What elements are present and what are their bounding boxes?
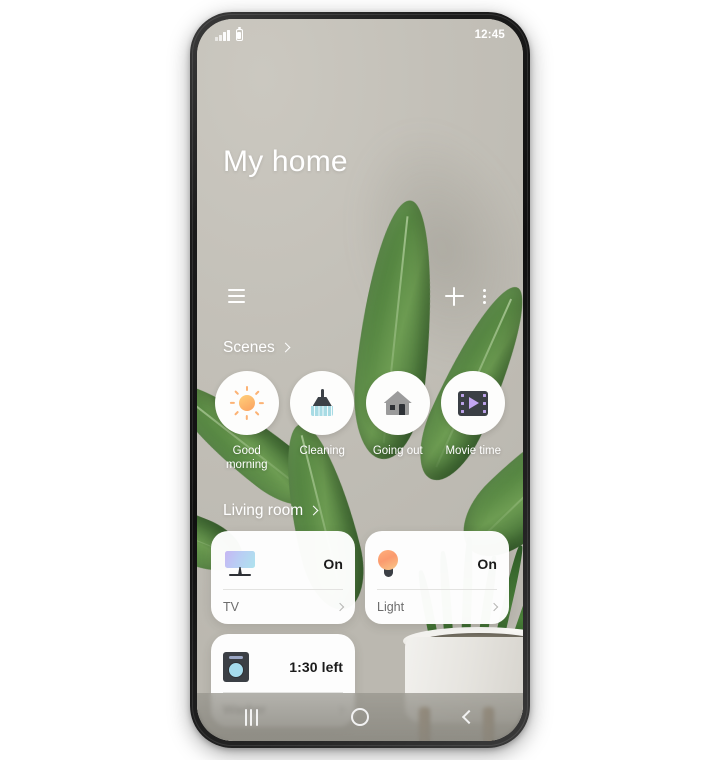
scene-going-out[interactable]: Going out — [362, 371, 434, 473]
app-toolbar — [197, 281, 523, 311]
device-card-top: 1:30 left — [223, 646, 343, 688]
device-card-top: On — [377, 543, 497, 585]
living-room-section-header[interactable]: Living room — [223, 502, 319, 520]
chevron-right-icon — [280, 342, 291, 353]
device-state: 1:30 left — [289, 659, 343, 675]
device-state: On — [477, 556, 497, 572]
film-play-icon — [458, 390, 489, 416]
chevron-right-icon — [335, 602, 345, 612]
nav-back-button[interactable] — [439, 695, 499, 739]
scene-movie-time[interactable]: Movie time — [438, 371, 510, 473]
scene-label-line1: Good — [232, 445, 261, 457]
phone-screen: 12:45 My home Scenes Good morning Cleani… — [197, 19, 523, 741]
screenshot-stage: 12:45 My home Scenes Good morning Cleani… — [0, 0, 720, 760]
chevron-right-icon — [489, 602, 499, 612]
home-content: My home Scenes Good morning Cleaning Goi… — [197, 19, 523, 741]
more-options-button[interactable] — [469, 281, 499, 311]
device-name: Light — [377, 600, 405, 614]
scene-label-line2: morning — [225, 459, 268, 472]
page-title: My home — [223, 145, 348, 178]
scene-cleaning[interactable]: Cleaning — [287, 371, 359, 473]
broom-icon — [306, 387, 338, 419]
hamburger-menu-icon — [227, 289, 245, 303]
recents-icon — [244, 708, 258, 726]
sun-icon — [229, 386, 264, 420]
scene-icon-circle — [290, 371, 355, 435]
back-chevron-icon — [461, 709, 476, 725]
nav-home-button[interactable] — [330, 695, 390, 739]
nav-recents-button[interactable] — [221, 695, 281, 739]
scene-label: Movie time — [445, 445, 502, 457]
hamburger-menu-button[interactable] — [221, 281, 251, 311]
scene-label: Cleaning — [299, 445, 345, 457]
scenes-row: Good morning Cleaning Going out Movie ti… — [197, 371, 523, 473]
device-card-bottom[interactable]: Light — [377, 590, 499, 624]
house-icon — [382, 388, 414, 418]
add-button[interactable] — [439, 281, 469, 311]
device-card-top: On — [223, 543, 343, 585]
system-navigation-bar — [197, 693, 523, 741]
scene-label: Going out — [372, 445, 423, 457]
home-circle-icon — [350, 708, 369, 726]
device-card-bottom[interactable]: TV — [223, 590, 345, 624]
more-vertical-icon — [482, 288, 486, 304]
scenes-section-header[interactable]: Scenes — [223, 339, 291, 357]
scenes-section-label: Scenes — [223, 339, 275, 356]
plus-icon — [444, 286, 464, 306]
scene-icon-circle — [214, 371, 279, 435]
light-bulb-icon — [377, 550, 399, 578]
scene-icon-circle — [365, 371, 430, 435]
device-state: On — [323, 556, 343, 572]
scene-icon-circle — [441, 371, 506, 435]
device-card-light[interactable]: On Light — [365, 531, 509, 624]
washing-machine-icon — [223, 652, 249, 682]
living-room-section-label: Living room — [223, 502, 304, 519]
chevron-right-icon — [308, 505, 319, 516]
tv-icon — [223, 551, 257, 577]
scene-good-morning[interactable]: Good morning — [211, 371, 283, 473]
device-name: TV — [223, 600, 239, 614]
device-card-tv[interactable]: On TV — [211, 531, 355, 624]
scene-label: Good morning — [226, 444, 268, 473]
